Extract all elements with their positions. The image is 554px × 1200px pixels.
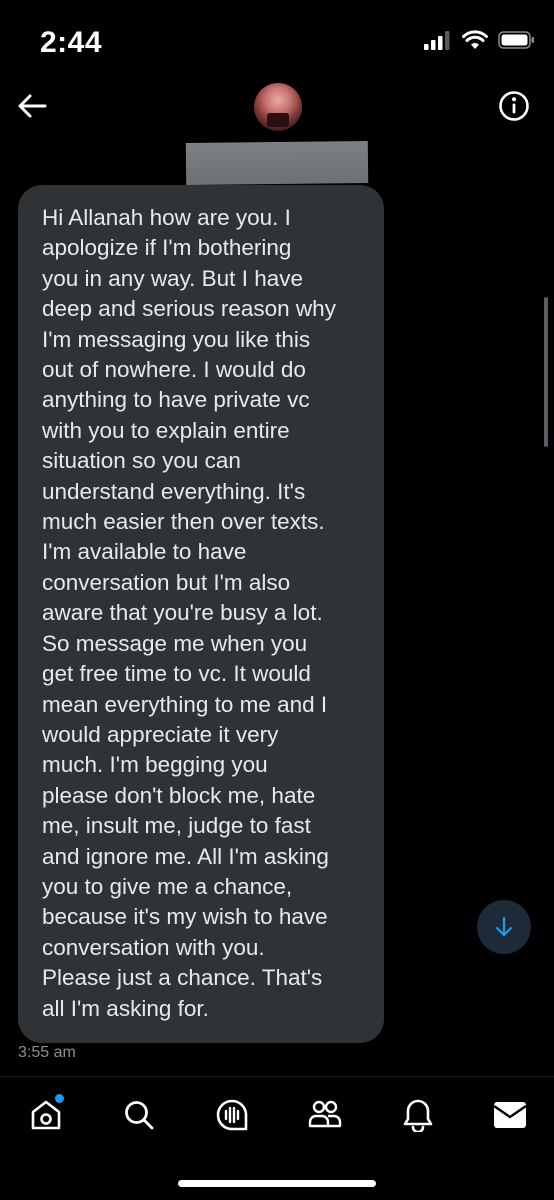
nav-search[interactable]	[119, 1095, 159, 1135]
message-bubble[interactable]: Hi Allanah how are you. I apologize if I…	[18, 185, 384, 1043]
messages-icon	[493, 1102, 527, 1128]
scrollbar[interactable]	[544, 297, 548, 447]
info-circle-icon	[499, 91, 529, 121]
message-list: Hi Allanah how are you. I apologize if I…	[0, 180, 554, 1075]
conversation-header	[0, 80, 554, 185]
nav-spaces[interactable]	[212, 1095, 252, 1135]
avatar[interactable]	[254, 83, 302, 131]
spaces-icon	[216, 1099, 248, 1131]
notification-dot	[54, 1093, 65, 1104]
communities-icon	[308, 1100, 342, 1128]
nav-notifications[interactable]	[398, 1095, 438, 1135]
back-button[interactable]	[14, 88, 50, 124]
info-button[interactable]	[498, 90, 530, 122]
status-time: 2:44	[40, 26, 103, 59]
search-icon	[125, 1101, 154, 1130]
status-bar: 2:44	[0, 0, 554, 80]
status-icons	[424, 30, 536, 50]
nav-communities[interactable]	[305, 1095, 345, 1135]
nav-messages[interactable]	[490, 1095, 530, 1135]
wifi-icon	[462, 30, 488, 49]
scroll-to-bottom-button[interactable]	[477, 900, 531, 954]
cellular-signal-icon	[424, 31, 450, 50]
message-timestamp: 3:55 am	[18, 1044, 76, 1061]
nav-home[interactable]	[26, 1093, 66, 1135]
contact-name-redacted	[185, 141, 369, 185]
arrow-left-icon	[18, 94, 47, 118]
arrow-down-icon	[495, 916, 513, 937]
dm-conversation-screen: 2:44 Hi Allanah how are you. I apologize…	[0, 0, 554, 1200]
battery-icon	[498, 31, 534, 49]
home-indicator[interactable]	[178, 1180, 376, 1187]
notifications-icon	[403, 1099, 433, 1132]
